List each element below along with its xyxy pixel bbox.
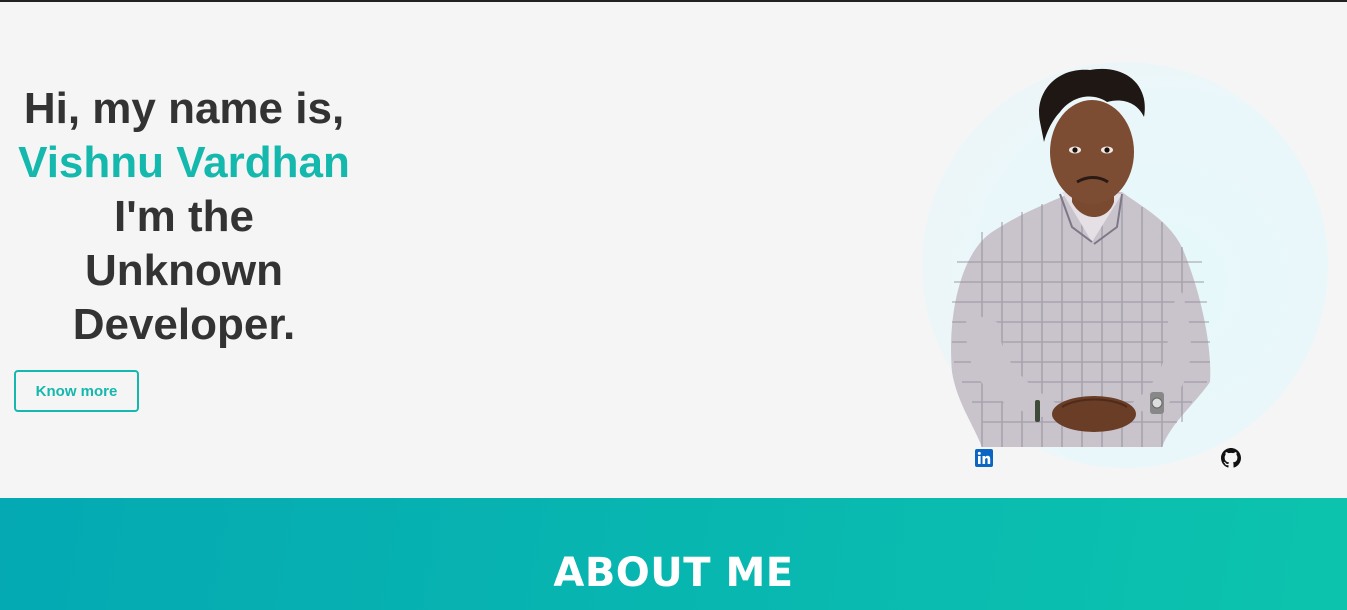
tagline-line-3: Developer. [72,300,296,349]
developer-name: Vishnu Vardhan [18,138,350,187]
tagline-line-2: Unknown [85,246,283,295]
linkedin-icon [975,449,993,467]
github-link[interactable] [1221,448,1241,468]
about-heading: ABOUT ME [553,550,794,596]
about-section: ABOUT ME [0,498,1347,610]
profile-photo [951,68,1211,447]
greeting-text: Hi, my name is, [23,84,345,133]
intro-heading: Hi, my name is, Vishnu Vardhan I'm the U… [14,82,354,352]
tagline-line-1: I'm the [113,192,255,241]
linkedin-link[interactable] [974,448,994,468]
know-more-button[interactable]: Know more [14,370,139,412]
profile-portrait [922,62,1328,468]
github-icon [1221,448,1241,468]
